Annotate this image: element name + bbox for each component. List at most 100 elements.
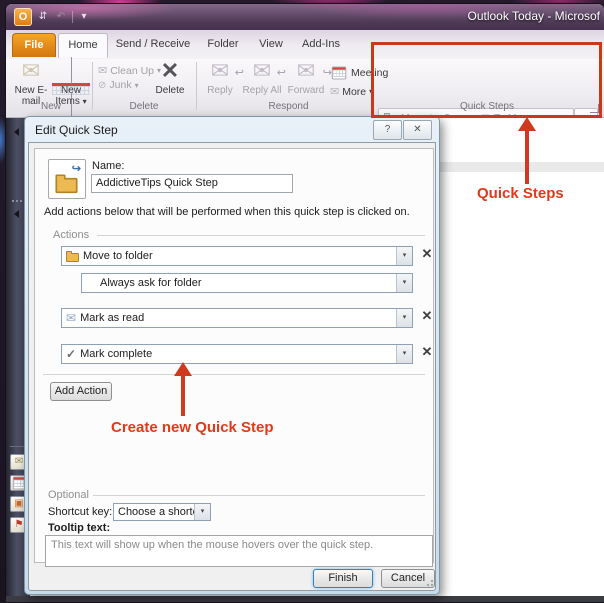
junk-dropdown-icon xyxy=(135,81,139,90)
action-select-move-to-folder[interactable]: Move to folder xyxy=(61,246,413,266)
create-new-annotation: Create new Quick Step xyxy=(111,419,274,436)
nav-collapse-icon[interactable] xyxy=(14,210,19,218)
edit-quick-step-dialog: Edit Quick Step Name: AddictiveTips Quic… xyxy=(24,116,440,595)
outlook-app-icon[interactable]: O xyxy=(14,8,32,26)
junk-icon xyxy=(98,80,106,91)
junk-label: Junk xyxy=(109,79,132,91)
arrow-head xyxy=(174,362,192,376)
qat-separator xyxy=(72,11,73,23)
remove-action-1-button[interactable] xyxy=(419,246,435,262)
arrow-head xyxy=(518,117,536,131)
more-icon xyxy=(330,85,339,98)
title-bar: O Outlook Today - Microsof xyxy=(6,4,604,30)
action-2-label: Always ask for folder xyxy=(100,277,202,289)
quick-step-icon-button[interactable] xyxy=(48,159,86,199)
customize-qat-icon[interactable] xyxy=(77,10,91,24)
window-bottom-edge xyxy=(6,596,604,602)
actions-bottom-line xyxy=(43,374,425,375)
action-select-mark-complete[interactable]: Mark complete xyxy=(61,344,413,364)
remove-action-3-button[interactable] xyxy=(419,308,435,324)
action-select-label-wrap: Move to folder xyxy=(62,250,396,262)
more-label: More xyxy=(342,85,367,98)
quick-step-folder-icon xyxy=(55,174,78,194)
dialog-body: Name: AddictiveTips Quick Step Add actio… xyxy=(28,142,436,591)
delete-label: Delete xyxy=(155,85,185,96)
window-title: Outlook Today - Microsof xyxy=(467,9,601,23)
finish-button[interactable]: Finish xyxy=(313,569,373,588)
group-label-delete: Delete xyxy=(129,101,159,112)
dropdown-arrow-icon[interactable] xyxy=(396,345,412,363)
description-text: Add actions below that will be performed… xyxy=(44,206,410,218)
dropdown-arrow-icon[interactable] xyxy=(396,309,412,327)
new-items-button[interactable]: New Items xyxy=(52,57,90,120)
action-1-label: Move to folder xyxy=(83,250,153,262)
reply-button[interactable]: Reply xyxy=(200,59,240,96)
reply-icon xyxy=(200,59,240,85)
delete-icon xyxy=(148,59,192,85)
reply-all-button[interactable]: Reply All xyxy=(242,59,282,96)
dropdown-arrow-icon[interactable] xyxy=(194,504,210,520)
add-action-button[interactable]: Add Action xyxy=(50,382,112,401)
tab-file[interactable]: File xyxy=(12,33,56,57)
send-receive-icon[interactable] xyxy=(36,10,50,24)
new-items-icon xyxy=(52,57,90,120)
arrow-stem xyxy=(525,130,529,184)
reply-all-icon xyxy=(242,59,282,85)
action-select-folder-option[interactable]: Always ask for folder xyxy=(81,273,413,293)
group-separator xyxy=(92,62,93,110)
dropdown-arrow-icon[interactable] xyxy=(396,247,412,265)
tab-view[interactable]: View xyxy=(250,33,292,56)
reply-label: Reply xyxy=(207,85,233,96)
name-label: Name: xyxy=(92,160,125,172)
actions-section-line xyxy=(97,235,425,236)
icon-arrow xyxy=(72,162,81,175)
move-to-folder-icon xyxy=(66,251,79,262)
action-select-label-wrap: Mark complete xyxy=(62,348,396,360)
tooltip-text-label: Tooltip text: xyxy=(48,522,111,534)
meeting-icon xyxy=(331,66,347,80)
forward-label: Forward xyxy=(287,85,325,96)
quick-access-toolbar: O xyxy=(14,8,91,26)
dialog-inner-panel: Name: AddictiveTips Quick Step Add actio… xyxy=(34,148,435,567)
new-email-button[interactable]: New E-mail xyxy=(12,59,50,107)
group-separator xyxy=(196,62,197,110)
action-4-label: Mark complete xyxy=(80,348,153,360)
junk-button[interactable]: Junk xyxy=(98,79,139,91)
optional-section-line xyxy=(93,495,425,496)
dropdown-arrow-icon[interactable] xyxy=(396,274,412,292)
action-select-mark-as-read[interactable]: Mark as read xyxy=(61,308,413,328)
delete-button[interactable]: Delete xyxy=(148,59,192,96)
more-button[interactable]: More xyxy=(330,85,373,98)
tab-folder[interactable]: Folder xyxy=(198,33,248,56)
shortcut-key-select[interactable]: Choose a shortcut xyxy=(113,503,211,521)
tab-add-ins[interactable]: Add-Ins xyxy=(294,33,348,56)
help-button[interactable] xyxy=(373,120,402,140)
action-select-label-wrap: Always ask for folder xyxy=(82,277,396,289)
nav-grip-dots[interactable] xyxy=(12,200,24,202)
action-3-label: Mark as read xyxy=(80,312,145,324)
forward-button[interactable]: Forward xyxy=(284,59,328,96)
forward-icon xyxy=(284,59,328,85)
undo-icon[interactable] xyxy=(54,10,68,24)
mark-complete-icon xyxy=(66,348,76,360)
group-label-respond: Respond xyxy=(268,101,309,112)
tab-home[interactable]: Home xyxy=(58,33,108,58)
shortcut-value: Choose a shortcut xyxy=(118,506,194,518)
screenshot-root: O Outlook Today - Microsof File Home Sen… xyxy=(0,0,604,603)
mark-as-read-icon xyxy=(66,312,76,324)
remove-action-4-button[interactable] xyxy=(419,344,435,360)
tooltip-text-input[interactable]: This text will show up when the mouse ho… xyxy=(45,535,433,567)
name-input[interactable]: AddictiveTips Quick Step xyxy=(91,174,293,193)
quick-steps-highlight-box xyxy=(371,42,602,118)
shortcut-key-label: Shortcut key: xyxy=(48,506,113,518)
arrow-stem xyxy=(181,375,185,416)
shortcut-select-label-wrap: Choose a shortcut xyxy=(114,506,194,518)
close-button[interactable] xyxy=(403,120,432,140)
resize-grip[interactable] xyxy=(425,580,433,588)
tab-send-receive[interactable]: Send / Receive xyxy=(110,33,196,56)
action-select-label-wrap: Mark as read xyxy=(62,312,396,324)
clean-up-icon xyxy=(98,64,107,77)
nav-expand-icon[interactable] xyxy=(14,128,19,136)
dialog-title: Edit Quick Step xyxy=(35,123,118,137)
quick-steps-annotation: Quick Steps xyxy=(477,185,564,202)
